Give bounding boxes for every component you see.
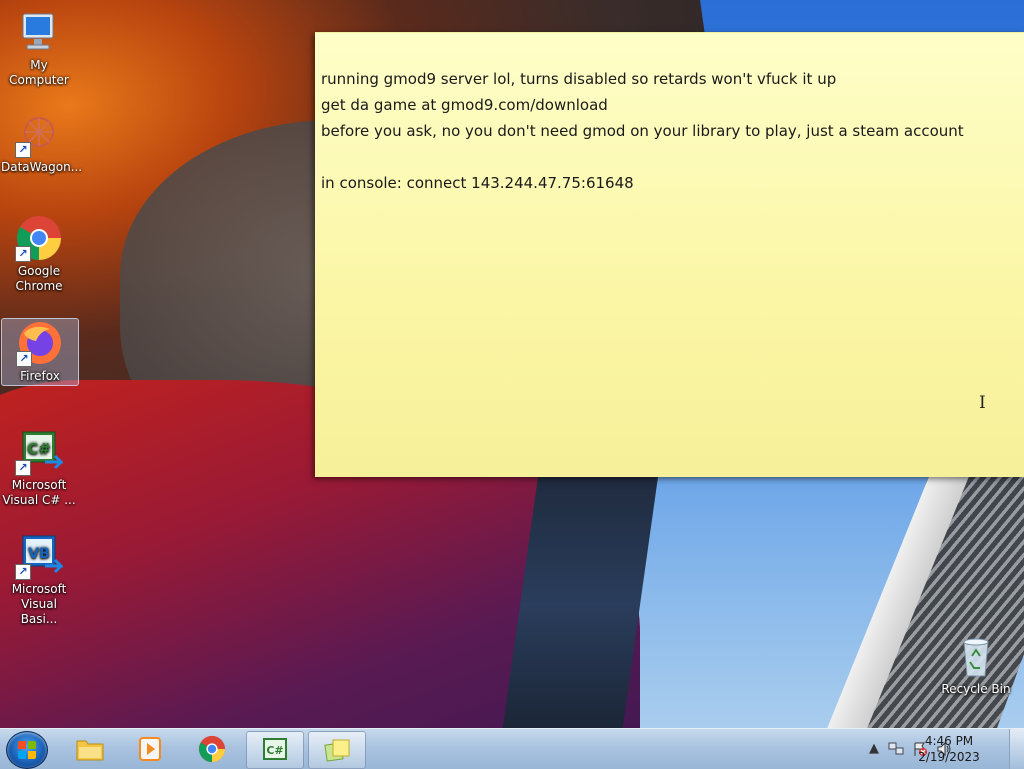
chrome-icon: [197, 735, 227, 763]
network-icon[interactable]: [888, 741, 904, 757]
windows-logo-icon: [18, 741, 36, 759]
desktop-icon-label: DataWagon...: [1, 160, 83, 174]
desktop-icon-firefox[interactable]: ↗ Firefox: [1, 318, 79, 386]
desktop-icon-my-computer[interactable]: My Computer: [1, 8, 77, 88]
sticky-note-line-1[interactable]: running gmod9 server lol, turns disabled…: [321, 70, 836, 88]
svg-text:VB: VB: [28, 546, 50, 562]
shortcut-arrow-icon: ↗: [15, 246, 31, 262]
chrome-icon: ↗: [15, 214, 63, 262]
desktop-icon-label: Recycle Bin: [941, 682, 1011, 696]
shortcut-arrow-icon: ↗: [15, 142, 31, 158]
visual-csharp-icon: C# ↗: [15, 428, 65, 476]
shortcut-arrow-icon: ↗: [16, 351, 32, 367]
taskbar-chrome[interactable]: [184, 731, 240, 767]
taskbar: C# ▲ 4:46 PM 2/19/2023: [0, 728, 1024, 769]
start-button[interactable]: [6, 731, 48, 769]
sticky-note-line-3[interactable]: before you ask, no you don't need gmod o…: [321, 122, 964, 140]
visual-csharp-icon: C#: [260, 736, 290, 764]
desktop-icon-label: Microsoft Visual C# ...: [2, 478, 76, 507]
file-explorer-icon: [75, 735, 105, 763]
desktop-icon-label: Microsoft Visual Basi...: [11, 582, 67, 626]
show-hidden-icons-arrow-icon[interactable]: ▲: [866, 741, 882, 757]
taskbar-file-explorer[interactable]: [62, 731, 118, 767]
desktop-icon-label: Google Chrome: [15, 264, 63, 293]
text-cursor-icon: I: [979, 393, 986, 413]
system-tray: ▲ 4:46 PM 2/19/2023: [824, 729, 1024, 769]
svg-text:C#: C#: [27, 440, 51, 458]
clock-date: 2/19/2023: [918, 750, 980, 764]
clock-time: 4:46 PM: [924, 734, 974, 748]
taskbar-sticky-notes[interactable]: [308, 731, 366, 769]
desktop-icon-datawagon[interactable]: ↗ DataWagon...: [1, 110, 83, 175]
sticky-notes-icon: [322, 736, 352, 764]
taskbar-clock[interactable]: 4:46 PM 2/19/2023: [914, 733, 984, 765]
computer-icon: [15, 8, 63, 56]
sticky-note-line-5[interactable]: in console: connect 143.244.47.75:61648: [321, 174, 634, 192]
desktop-icon-chrome[interactable]: ↗ Google Chrome: [1, 214, 77, 294]
desktop: My Computer ↗ DataWagon... ↗ Google Chro: [0, 0, 1024, 728]
firefox-icon: ↗: [16, 319, 64, 367]
visual-basic-icon: VB ↗: [15, 532, 65, 580]
shortcut-arrow-icon: ↗: [15, 460, 31, 476]
desktop-icon-visual-csharp[interactable]: C# ↗ Microsoft Visual C# ...: [1, 428, 77, 508]
show-desktop-button[interactable]: [1009, 729, 1024, 769]
desktop-icon-recycle-bin[interactable]: Recycle Bin: [938, 632, 1014, 697]
shortcut-arrow-icon: ↗: [15, 564, 31, 580]
desktop-icon-label: My Computer: [9, 58, 69, 87]
desktop-icon-visual-basic[interactable]: VB ↗ Microsoft Visual Basi...: [1, 532, 77, 627]
recycle-bin-icon: [952, 632, 1000, 680]
sticky-note-line-2[interactable]: get da game at gmod9.com/download: [321, 96, 608, 114]
svg-text:C#: C#: [266, 744, 283, 757]
taskbar-media-player[interactable]: [122, 731, 178, 767]
media-player-icon: [135, 735, 165, 763]
sticky-note[interactable]: running gmod9 server lol, turns disabled…: [315, 32, 1024, 477]
taskbar-visual-csharp[interactable]: C#: [246, 731, 304, 769]
desktop-icon-label: Firefox: [20, 369, 60, 383]
datawagon-icon: ↗: [15, 110, 63, 158]
